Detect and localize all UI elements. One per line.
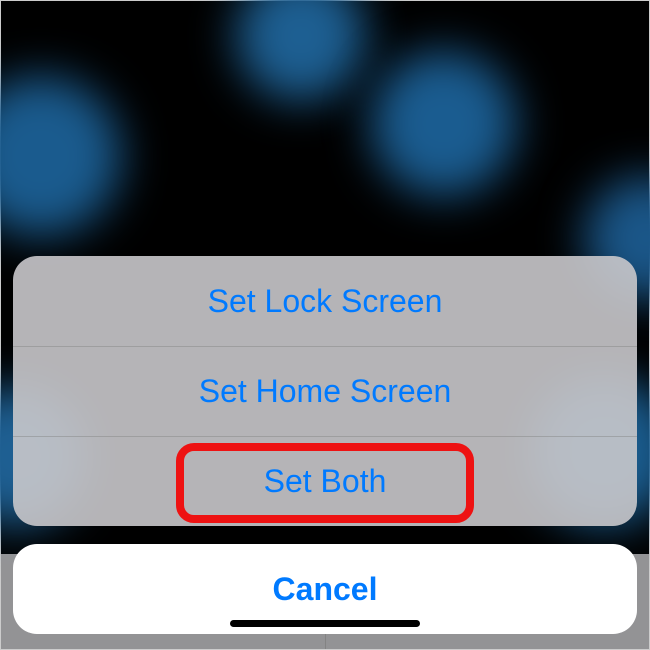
set-lock-screen-button[interactable]: Set Lock Screen xyxy=(13,256,637,346)
set-both-button[interactable]: Set Both xyxy=(13,436,637,526)
background-bokeh xyxy=(236,0,366,101)
option-label: Set Both xyxy=(264,463,387,500)
set-home-screen-button[interactable]: Set Home Screen xyxy=(13,346,637,436)
home-indicator[interactable] xyxy=(230,620,420,627)
background-bokeh xyxy=(0,76,121,236)
action-sheet: Set Lock Screen Set Home Screen Set Both… xyxy=(13,256,637,634)
background-bokeh xyxy=(371,51,516,196)
option-label: Set Home Screen xyxy=(199,373,452,410)
cancel-label: Cancel xyxy=(273,571,378,608)
action-sheet-options-group: Set Lock Screen Set Home Screen Set Both xyxy=(13,256,637,526)
option-label: Set Lock Screen xyxy=(208,283,443,320)
